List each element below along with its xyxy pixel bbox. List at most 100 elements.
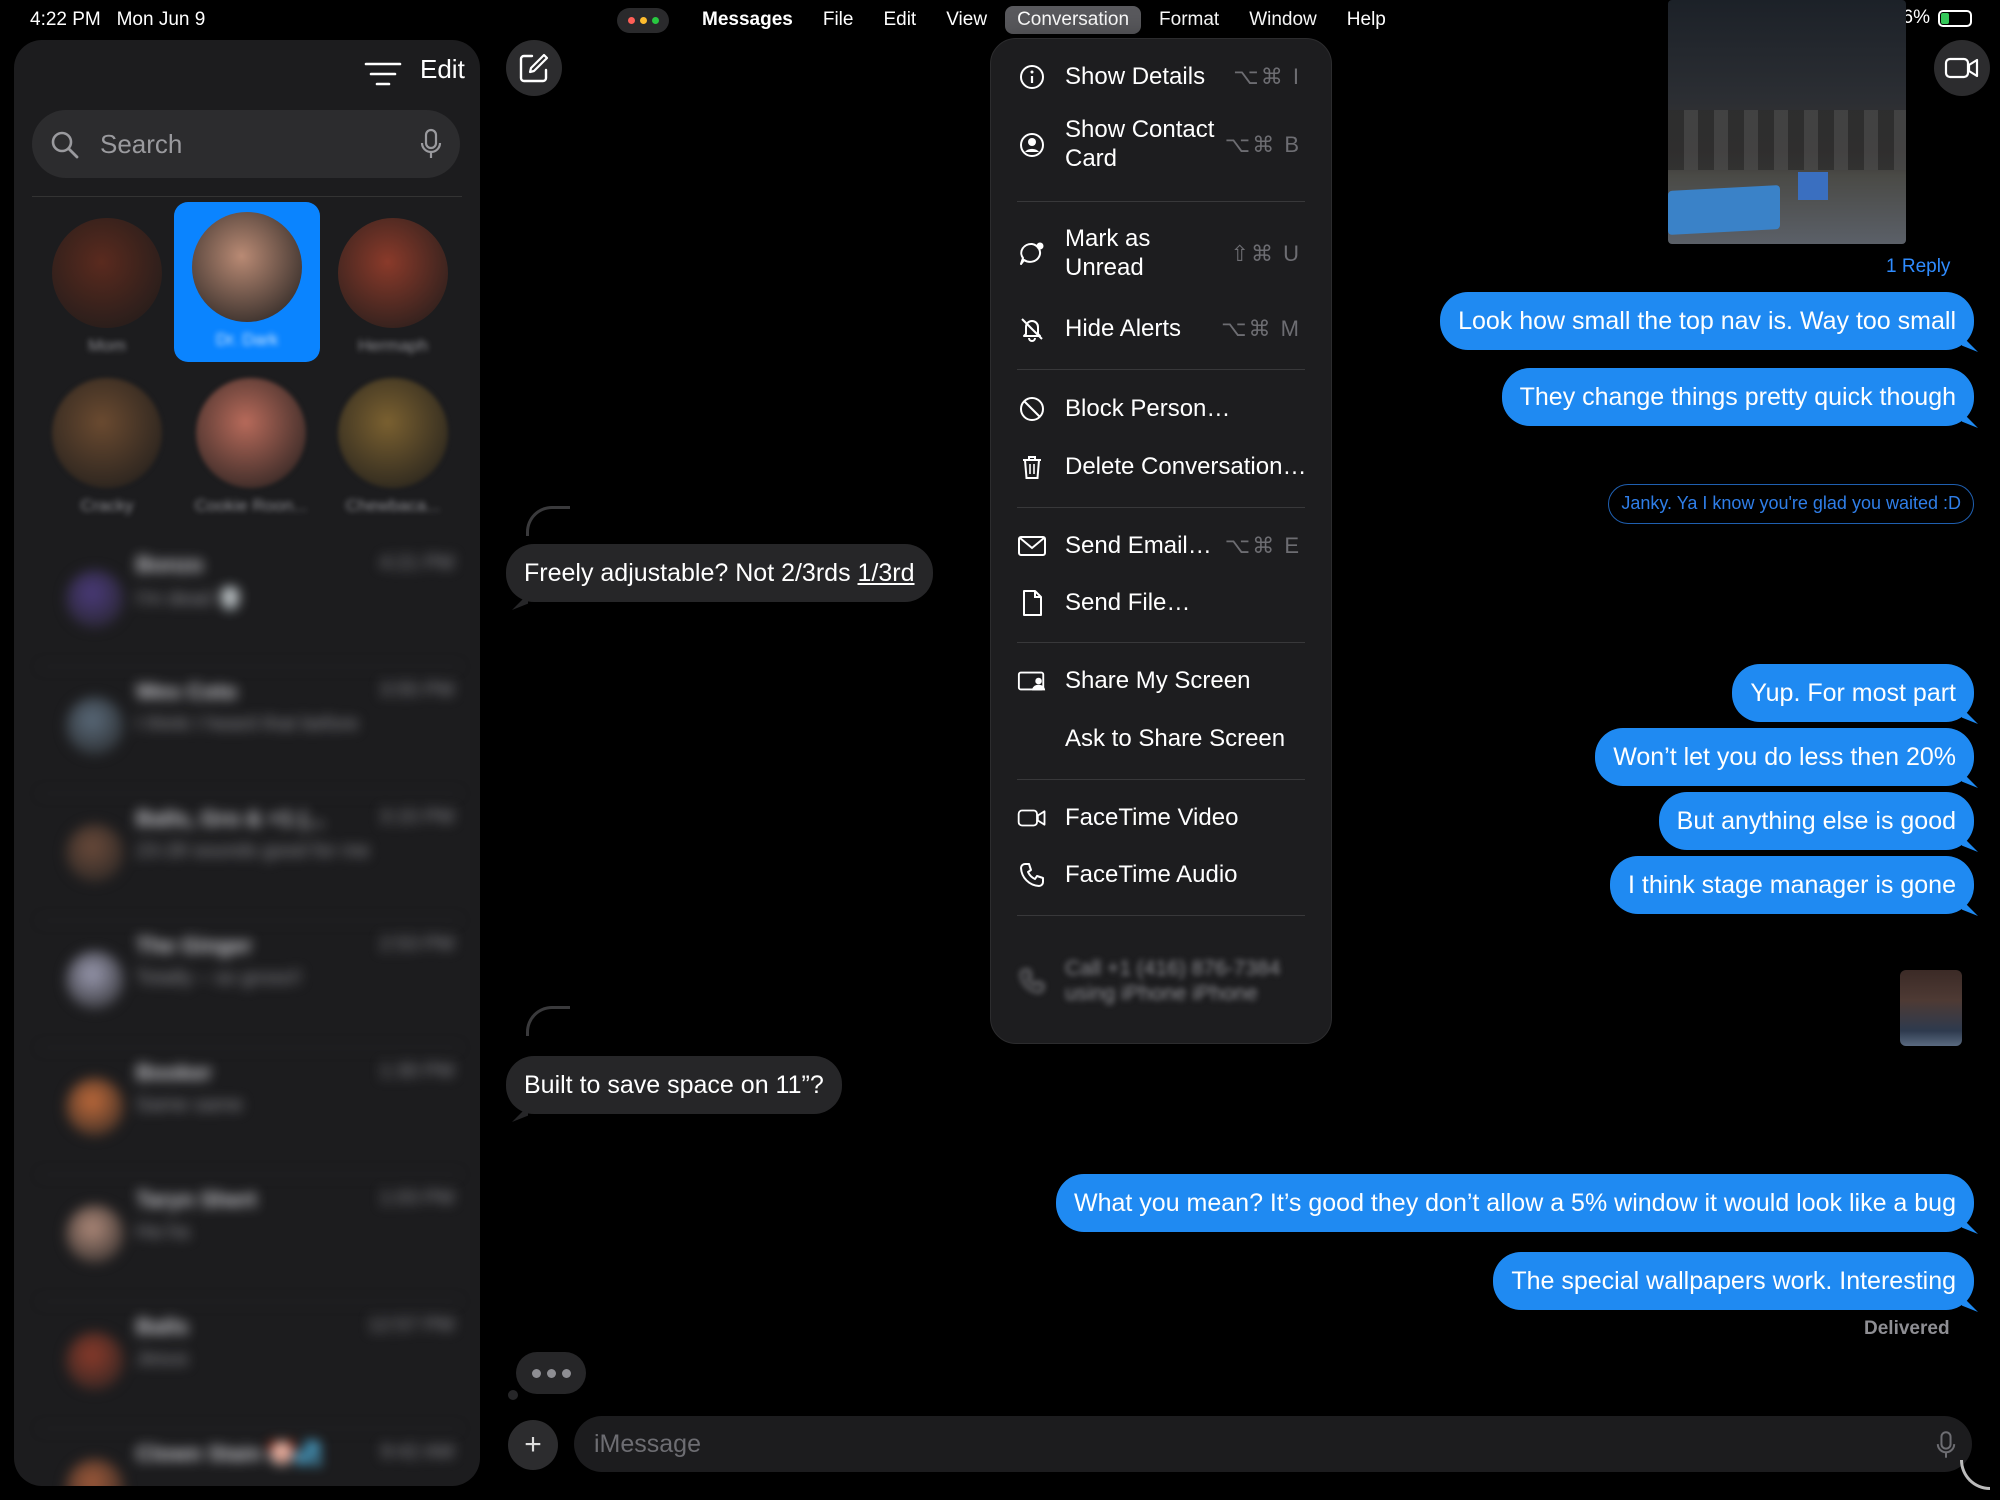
share-screen-icon <box>1017 666 1047 696</box>
menu-send-email[interactable]: Send Email… ⌥⌘ E <box>991 526 1333 566</box>
avatar <box>66 1205 124 1263</box>
conversation-row[interactable]: Booker 1:30 PM Same same <box>40 1048 460 1175</box>
message-bubble-received[interactable]: Built to save space on 11”? <box>506 1056 842 1114</box>
close-dot-icon <box>627 17 635 24</box>
search-field[interactable]: Search <box>32 110 460 178</box>
pinned-contact-selected[interactable]: Dr. Dark <box>174 202 320 362</box>
contact-icon <box>1017 130 1047 160</box>
inline-reply-bubble[interactable]: Janky. Ya I know you're glad you waited … <box>1608 484 1974 524</box>
menu-separator <box>1017 642 1305 643</box>
pinned-contact[interactable]: Chewbaca... <box>320 368 466 528</box>
pinned-contact[interactable]: Cracky <box>34 368 180 528</box>
add-attachment-button[interactable]: + <box>508 1420 558 1470</box>
menu-conversation[interactable]: Conversation <box>1005 6 1142 34</box>
microphone-icon[interactable] <box>420 128 442 160</box>
envelope-icon <box>1017 531 1047 561</box>
video-camera-icon <box>1017 803 1047 833</box>
menu-show-contact-card[interactable]: Show Contact Card ⌥⌘ B <box>991 115 1333 175</box>
message-bubble-sent[interactable]: They change things pretty quick though <box>1501 368 1974 426</box>
photo-thumbnail[interactable] <box>1900 970 1962 1046</box>
menu-separator <box>1017 369 1305 370</box>
message-input-placeholder: iMessage <box>594 1430 701 1458</box>
message-input[interactable]: iMessage <box>574 1416 1972 1472</box>
status-time-date: 4:22 PM Mon Jun 9 <box>30 9 206 30</box>
message-bubble-sent[interactable]: I think stage manager is gone <box>1610 856 1974 914</box>
menu-view[interactable]: View <box>934 6 999 34</box>
menu-help[interactable]: Help <box>1335 6 1398 34</box>
conversation-sidebar: Edit Search Mom Dr. Dark Hermaph Cracky … <box>14 40 480 1486</box>
resize-handle[interactable] <box>1960 1460 1990 1490</box>
menu-show-details[interactable]: Show Details ⌥⌘ I <box>991 57 1333 97</box>
menu-separator <box>1017 507 1305 508</box>
message-bubble-sent[interactable]: What you mean? It’s good they don’t allo… <box>1056 1174 1974 1232</box>
typing-indicator <box>508 1352 586 1400</box>
shared-photo[interactable] <box>1668 0 1906 244</box>
pinned-contact[interactable]: Mom <box>34 208 180 368</box>
menu-call-using-iphone: Call +1 (416) 876-7384 using iPhone iPho… <box>991 939 1333 1023</box>
phone-icon <box>1017 966 1047 996</box>
conversation-row[interactable]: Clown Stain 🤡💦 9:42 AM <box>40 1429 460 1486</box>
menu-block-person[interactable]: Block Person… <box>991 389 1333 429</box>
avatar <box>66 824 124 882</box>
conversation-row[interactable]: Balls, Gro & +1 (... 3:15 PM 23-28 sounds … <box>40 794 460 921</box>
avatar <box>192 212 302 322</box>
menu-format[interactable]: Format <box>1147 6 1231 34</box>
avatar <box>66 1078 124 1136</box>
battery-icon <box>1938 9 1972 27</box>
conversation-row[interactable]: Bonzo 4:21 PM I'm dead 💀 <box>40 540 460 667</box>
menu-ask-to-share-screen[interactable]: Ask to Share Screen <box>991 719 1333 759</box>
document-icon <box>1017 588 1047 618</box>
app-menu: Messages File Edit View Conversation For… <box>690 6 1398 34</box>
minimize-dot-icon <box>639 17 647 24</box>
message-bubble-received[interactable]: Freely adjustable? Not 2/3rds 1/3rd <box>506 544 933 602</box>
menu-messages[interactable]: Messages <box>690 6 805 34</box>
delivered-status: Delivered <box>1864 1318 1950 1339</box>
message-bubble-sent[interactable]: But anything else is good <box>1658 792 1974 850</box>
reply-count-link[interactable]: 1 Reply <box>1886 256 1950 278</box>
menu-send-file[interactable]: Send File… <box>991 583 1333 623</box>
menu-edit[interactable]: Edit <box>871 6 928 34</box>
conversation-row[interactable]: The Ginger 2:53 PM Totally – so gross!! <box>40 921 460 1048</box>
message-bubble-sent[interactable]: The special wallpapers work. Interesting <box>1493 1252 1974 1310</box>
avatar <box>338 378 448 488</box>
conversation-row[interactable]: Balls 12:57 PM Jesus <box>40 1302 460 1429</box>
menu-separator <box>1017 201 1305 202</box>
menu-facetime-video[interactable]: FaceTime Video <box>991 798 1333 838</box>
plus-icon: + <box>524 1428 542 1461</box>
avatar <box>66 697 124 755</box>
info-icon <box>1017 62 1047 92</box>
search-placeholder: Search <box>100 129 183 159</box>
message-bubble-sent[interactable]: Look how small the top nav is. Way too s… <box>1440 292 1974 350</box>
fullscreen-dot-icon <box>651 17 659 24</box>
avatar <box>338 218 448 328</box>
menu-file[interactable]: File <box>811 6 866 34</box>
window-controls-button[interactable] <box>617 8 669 33</box>
avatar <box>52 218 162 328</box>
menu-share-my-screen[interactable]: Share My Screen <box>991 661 1333 701</box>
search-icon <box>51 131 79 159</box>
unread-bubble-icon <box>1017 239 1047 269</box>
filter-icon[interactable] <box>360 56 406 92</box>
conversation-menu-dropdown: Show Details ⌥⌘ I Show Contact Card ⌥⌘ B… <box>990 38 1332 1044</box>
menu-mark-as-unread[interactable]: Mark as Unread ⇧⌘ U <box>991 224 1333 284</box>
compose-button[interactable] <box>506 40 562 96</box>
menu-hide-alerts[interactable]: Hide Alerts ⌥⌘ M <box>991 309 1333 349</box>
trash-icon <box>1017 452 1047 482</box>
edit-button[interactable]: Edit <box>420 54 465 85</box>
conversation-row[interactable]: Wes Coto 3:55 PM I think I heard that befo… <box>40 667 460 794</box>
message-bubble-sent[interactable]: Won’t let you do less then 20% <box>1595 728 1974 786</box>
facetime-button[interactable] <box>1934 40 1990 96</box>
menu-window[interactable]: Window <box>1237 6 1329 34</box>
message-bubble-sent[interactable]: Yup. For most part <box>1732 664 1974 722</box>
menu-separator <box>1017 779 1305 780</box>
menu-delete-conversation[interactable]: Delete Conversation… <box>991 447 1333 487</box>
menu-facetime-audio[interactable]: FaceTime Audio <box>991 855 1333 895</box>
pinned-contact[interactable]: Cookie Roon... <box>178 368 324 528</box>
pinned-contact[interactable]: Hermaph <box>320 208 466 368</box>
conversation-row[interactable]: Taryn Shert 1:03 PM Ha ha <box>40 1175 460 1302</box>
microphone-icon[interactable] <box>1936 1430 1956 1460</box>
bell-slash-icon <box>1017 314 1047 344</box>
avatar <box>66 1332 124 1390</box>
avatar <box>66 1459 124 1486</box>
avatar <box>66 570 124 628</box>
